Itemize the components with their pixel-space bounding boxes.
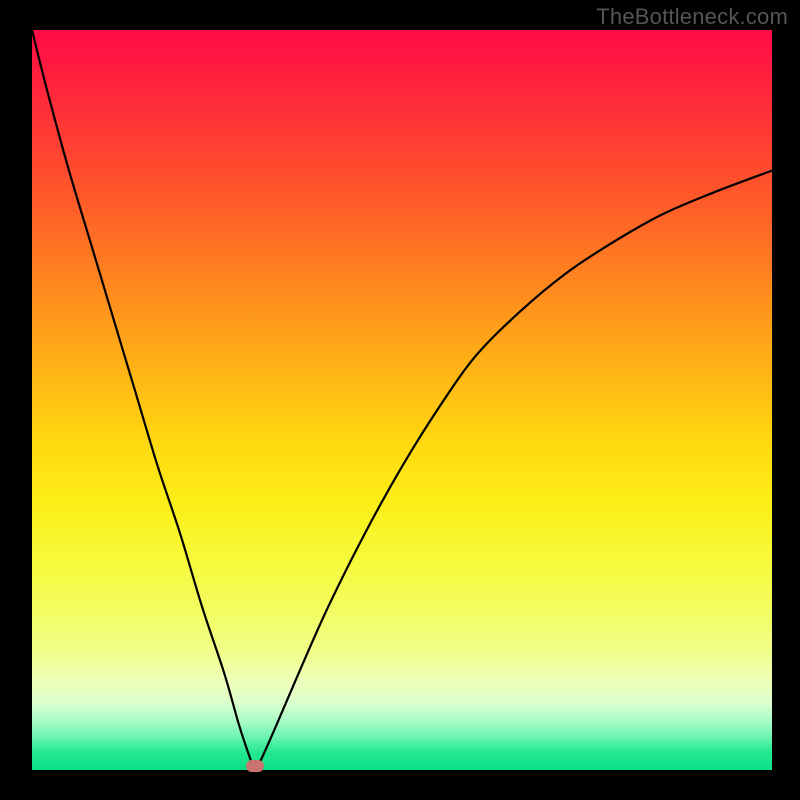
bottleneck-curve — [32, 30, 772, 770]
watermark-text: TheBottleneck.com — [596, 4, 788, 30]
minimum-marker — [246, 760, 264, 772]
chart-plot-area — [32, 30, 772, 770]
